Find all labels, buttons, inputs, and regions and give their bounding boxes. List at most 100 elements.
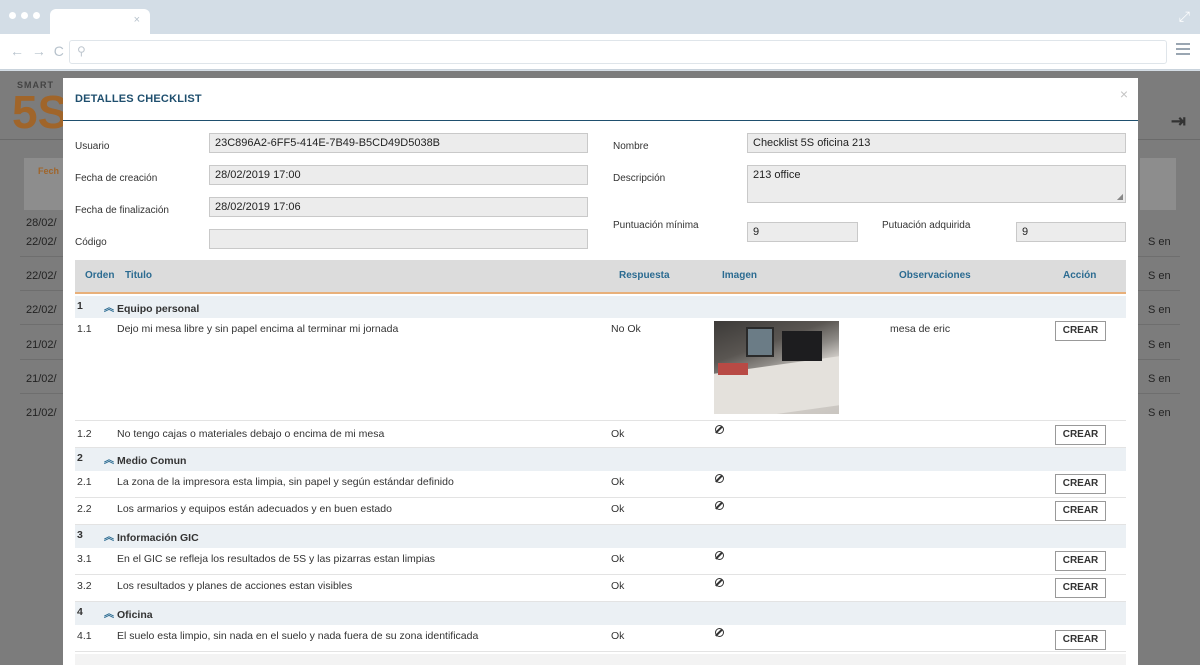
col-imagen[interactable]: Imagen	[722, 270, 757, 281]
section-name: Información GIC	[117, 532, 199, 544]
bg-date: 22/02/	[26, 236, 57, 248]
filter-card-right	[1140, 158, 1176, 210]
section-name: Equipo personal	[117, 303, 200, 315]
table-row: 1.2 No tengo cajas o materiales debajo o…	[75, 421, 1126, 448]
descripcion-value: 213 office	[753, 169, 801, 181]
section-number: 3	[77, 529, 83, 541]
usuario-field[interactable]: 23C896A2-6FF5-414E-7B49-B5CD49D5038B	[209, 133, 588, 153]
no-image-icon	[715, 474, 724, 483]
fecha-creacion-label: Fecha de creación	[75, 173, 158, 184]
logo-5s: 5S	[12, 86, 69, 138]
resize-handle-icon[interactable]: ◢	[1117, 192, 1123, 201]
section-number: 1	[77, 300, 83, 312]
crear-button[interactable]: CREAR	[1055, 551, 1106, 571]
crear-button[interactable]: CREAR	[1055, 425, 1106, 445]
item-answer: No Ok	[611, 323, 641, 335]
crear-button[interactable]: CREAR	[1055, 501, 1106, 521]
hamburger-menu-icon[interactable]	[1176, 43, 1190, 58]
item-title: En el GIC se refleja los resultados de 5…	[117, 553, 436, 565]
col-titulo[interactable]: Titulo	[125, 270, 152, 281]
table-row-partial	[75, 654, 1126, 665]
no-image-icon	[715, 425, 724, 434]
collapse-chevron-icon[interactable]: ︽	[104, 528, 114, 543]
table-header: Orden Titulo Respuesta Imagen Observacio…	[75, 260, 1126, 294]
section-row[interactable]: 2 ︽ Medio Comun	[75, 448, 1126, 471]
puntuacion-minima-field[interactable]: 9	[747, 222, 858, 242]
fecha-finalizacion-label: Fecha de finalización	[75, 205, 169, 216]
item-answer: Ok	[611, 503, 625, 515]
puntuacion-adquirida-field[interactable]: 9	[1016, 222, 1126, 242]
bg-right-text: S en	[1148, 373, 1171, 385]
col-respuesta[interactable]: Respuesta	[619, 270, 670, 281]
table-row: 4.1 El suelo esta limpio, sin nada en el…	[75, 625, 1126, 652]
crear-button[interactable]: CREAR	[1055, 578, 1106, 598]
bg-right-text: S en	[1148, 407, 1171, 419]
bg-right-text: S en	[1148, 236, 1171, 248]
fecha-creacion-field[interactable]: 28/02/2019 17:00	[209, 165, 588, 185]
descripcion-label: Descripción	[613, 173, 666, 184]
descripcion-textarea[interactable]: 213 office ◢	[747, 165, 1126, 203]
bg-date: 28/02/	[26, 217, 57, 229]
section-number: 2	[77, 452, 83, 464]
item-answer: Ok	[611, 428, 625, 440]
col-accion[interactable]: Acción	[1063, 270, 1096, 281]
no-image-icon	[715, 578, 724, 587]
close-icon[interactable]: ×	[1120, 86, 1128, 102]
item-title: El suelo esta limpio, sin nada en el sue…	[117, 630, 479, 642]
puntuacion-adquirida-label: Putuación adquirida	[882, 220, 971, 231]
codigo-field[interactable]	[209, 229, 588, 249]
item-number: 2.2	[77, 503, 92, 515]
section-row[interactable]: 3 ︽ Información GIC	[75, 525, 1126, 548]
no-image-icon	[715, 501, 724, 510]
no-image-icon	[715, 628, 724, 637]
item-number: 2.1	[77, 476, 92, 488]
crear-button[interactable]: CREAR	[1055, 474, 1106, 494]
section-number: 4	[77, 606, 83, 618]
crear-button[interactable]: CREAR	[1055, 630, 1106, 650]
item-answer: Ok	[611, 580, 625, 592]
table-row: 2.2 Los armarios y equipos están adecuad…	[75, 498, 1126, 525]
navigation-icons[interactable]: ← → C	[10, 43, 66, 59]
item-number: 4.1	[77, 630, 92, 642]
item-title: No tengo cajas o materiales debajo o enc…	[117, 428, 385, 440]
codigo-label: Código	[75, 237, 107, 248]
item-title: La zona de la impresora esta limpia, sin…	[117, 476, 454, 488]
tab-close-icon[interactable]: ×	[134, 14, 140, 26]
item-number: 3.2	[77, 580, 92, 592]
window-controls[interactable]	[9, 12, 40, 19]
item-answer: Ok	[611, 553, 625, 565]
puntuacion-minima-label: Puntuación mínima	[613, 220, 699, 231]
address-bar[interactable]: ⚲	[69, 40, 1167, 64]
col-orden[interactable]: Orden	[85, 270, 114, 281]
table-row: 1.1 Dejo mi mesa libre y sin papel encim…	[75, 318, 1126, 421]
collapse-chevron-icon[interactable]: ︽	[104, 451, 114, 466]
modal-title: DETALLES CHECKLIST	[75, 93, 202, 105]
table-row: 3.1 En el GIC se refleja los resultados …	[75, 548, 1126, 575]
item-answer: Ok	[611, 476, 625, 488]
col-observaciones[interactable]: Observaciones	[899, 270, 971, 281]
bg-right-text: S en	[1148, 304, 1171, 316]
item-number: 1.2	[77, 428, 92, 440]
table-row: 2.1 La zona de la impresora esta limpia,…	[75, 471, 1126, 498]
checklist-photo[interactable]	[714, 321, 839, 414]
section-row[interactable]: 4 ︽ Oficina	[75, 602, 1126, 625]
browser-tab[interactable]: ×	[50, 9, 150, 34]
collapse-chevron-icon[interactable]: ︽	[104, 299, 114, 314]
bg-date: 22/02/	[26, 304, 57, 316]
crear-button[interactable]: CREAR	[1055, 321, 1106, 341]
no-image-icon	[715, 551, 724, 560]
bg-right-text: S en	[1148, 339, 1171, 351]
nombre-field[interactable]: Checklist 5S oficina 213	[747, 133, 1126, 153]
bg-date: 22/02/	[26, 270, 57, 282]
section-row[interactable]: 1 ︽ Equipo personal	[75, 296, 1126, 318]
table-row: 3.2 Los resultados y planes de acciones …	[75, 575, 1126, 602]
filter-card-label: Fech	[38, 166, 60, 176]
fecha-finalizacion-field[interactable]: 28/02/2019 17:06	[209, 197, 588, 217]
collapse-chevron-icon[interactable]: ︽	[104, 605, 114, 620]
bg-date: 21/02/	[26, 407, 57, 419]
item-title: Los resultados y planes de acciones esta…	[117, 580, 353, 592]
browser-titlebar: × ⤢	[0, 0, 1200, 34]
item-observation: mesa de eric	[890, 323, 951, 335]
logout-icon[interactable]: ⇥	[1171, 111, 1186, 132]
expand-icon[interactable]: ⤢	[1179, 8, 1190, 25]
